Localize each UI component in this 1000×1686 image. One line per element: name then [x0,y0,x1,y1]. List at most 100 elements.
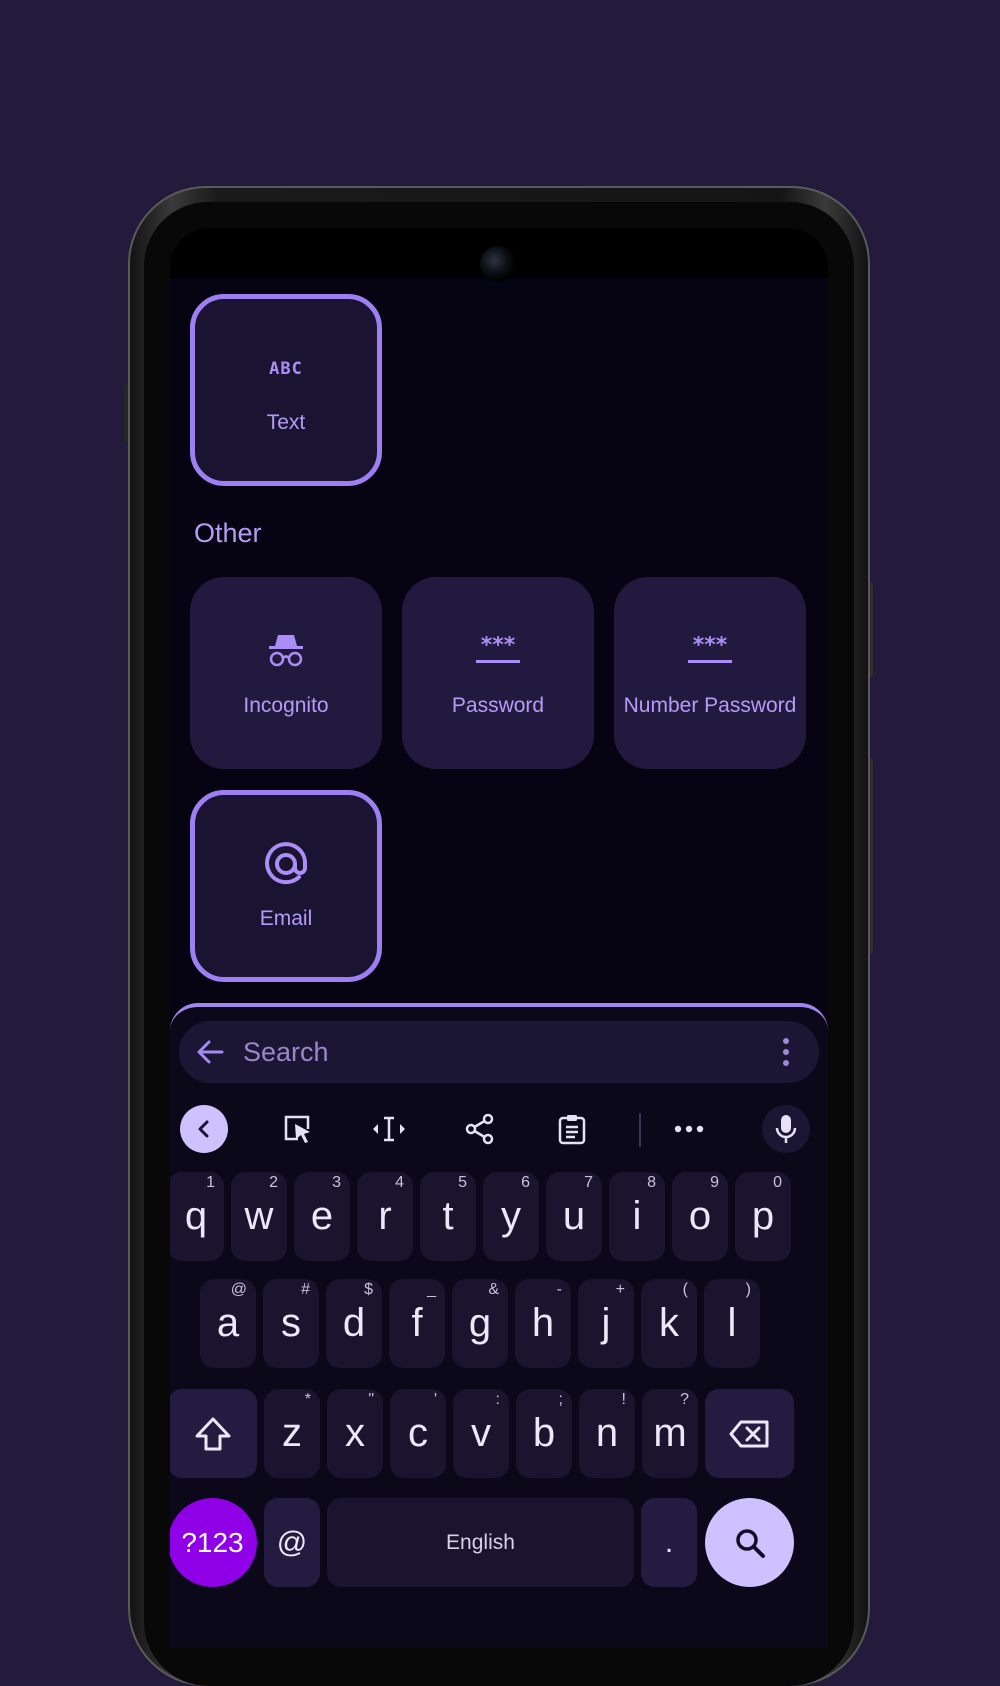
key-n[interactable]: n! [579,1389,635,1478]
key-k[interactable]: k( [641,1279,697,1368]
key-w[interactable]: w2 [231,1172,287,1261]
key-z[interactable]: z * [264,1389,320,1478]
tile-label: Text [266,411,306,434]
key-char: g [468,1301,492,1345]
key-g[interactable]: g & [452,1279,508,1368]
shift-icon [195,1417,230,1450]
at-sign-icon [263,841,309,887]
key-hint: 1 [206,1174,215,1191]
key-d[interactable]: d $ [326,1279,382,1368]
period-key[interactable]: . [641,1498,697,1587]
key-hint: 4 [395,1174,404,1191]
key-i[interactable]: i8 [609,1172,665,1261]
key-hint: : [495,1391,500,1408]
key-p[interactable]: p0 [735,1172,791,1261]
key-char: i [632,1194,642,1238]
input-type-email-tile[interactable]: Email [190,790,382,982]
key-char: x [345,1411,365,1455]
text-cursor-icon[interactable] [365,1105,413,1153]
key-char: h [531,1301,555,1345]
key-hint: 6 [521,1174,530,1191]
number-password-icon: *** [686,628,734,674]
svg-text:***: *** [481,636,516,658]
key-hint: + [615,1281,625,1298]
key-o[interactable]: o9 [672,1172,728,1261]
key-a[interactable]: a @ [200,1279,256,1368]
at-key[interactable]: @ [264,1498,320,1587]
key-char: a [216,1301,240,1345]
incognito-icon [266,628,306,674]
search-placeholder[interactable]: Search [243,1037,783,1068]
select-icon[interactable] [274,1105,322,1153]
shift-key[interactable] [170,1389,257,1478]
space-key[interactable]: English [327,1498,634,1587]
search-action-key[interactable] [705,1498,794,1587]
key-r[interactable]: r4 [357,1172,413,1261]
key-b[interactable]: b; [516,1389,572,1478]
key-y[interactable]: y6 [483,1172,539,1261]
key-hint: & [488,1281,499,1298]
key-s[interactable]: s # [263,1279,319,1368]
abc-icon: ABC [266,345,306,391]
key-hint: ; [558,1391,563,1408]
svg-text:***: *** [693,636,728,658]
svg-text:ABC: ABC [269,359,303,377]
key-char: k [659,1301,679,1345]
input-type-password-tile[interactable]: *** Password [402,577,594,769]
clipboard-icon[interactable] [548,1105,596,1153]
key-hint: 2 [269,1174,278,1191]
key-char: n [595,1411,619,1455]
tile-label: Password [451,694,545,717]
password-icon: *** [474,628,522,674]
key-char: s [281,1301,301,1345]
input-type-text-tile[interactable]: ABC Text [190,294,382,486]
arrow-left-icon[interactable] [195,1037,225,1067]
key-u[interactable]: u7 [546,1172,602,1261]
key-hint: 7 [584,1174,593,1191]
key-char: p [751,1194,775,1238]
key-e[interactable]: e3 [294,1172,350,1261]
key-hint: ) [745,1281,751,1298]
key-hint: ? [680,1391,689,1408]
key-char: b [532,1411,556,1455]
key-char: r [378,1194,392,1238]
key-h[interactable]: h- [515,1279,571,1368]
key-q[interactable]: q1 [170,1172,224,1261]
key-v[interactable]: v: [453,1389,509,1478]
key-f[interactable]: f _ [389,1279,445,1368]
mic-icon[interactable] [762,1105,810,1153]
key-hint: $ [364,1281,373,1298]
search-icon [735,1528,765,1558]
backspace-icon [729,1420,768,1447]
key-char: j [601,1301,611,1345]
input-type-incognito-tile[interactable]: Incognito [190,577,382,769]
key-hint: @ [230,1281,247,1298]
chevron-left-icon[interactable] [180,1105,228,1153]
keyboard-search-bar[interactable]: Search [179,1021,819,1083]
key-hint: - [556,1281,562,1298]
key-hint: " [368,1391,374,1408]
share-icon[interactable] [456,1105,504,1153]
key-c[interactable]: c ' [390,1389,446,1478]
tile-label: Number Password [623,694,797,717]
key-x[interactable]: x " [327,1389,383,1478]
key-hint: 5 [458,1174,467,1191]
more-vert-icon[interactable] [783,1038,793,1066]
toolbar-divider [639,1113,641,1147]
symbols-key[interactable]: ?123 [170,1498,257,1587]
more-horiz-icon[interactable] [665,1105,713,1153]
key-hint: _ [427,1281,436,1298]
key-hint: 9 [710,1174,719,1191]
screen: ABC Text Other Incognito *** Password **… [170,228,828,1648]
key-m[interactable]: m? [642,1389,698,1478]
key-char: f [411,1301,423,1345]
tile-label: Incognito [243,694,329,717]
key-char: w [244,1194,274,1238]
input-type-number-password-tile[interactable]: *** Number Password [614,577,806,769]
key-t[interactable]: t5 [420,1172,476,1261]
backspace-key[interactable] [705,1389,794,1478]
front-camera [480,246,516,282]
key-l[interactable]: l) [704,1279,760,1368]
key-char: y [501,1194,521,1238]
key-j[interactable]: j + [578,1279,634,1368]
